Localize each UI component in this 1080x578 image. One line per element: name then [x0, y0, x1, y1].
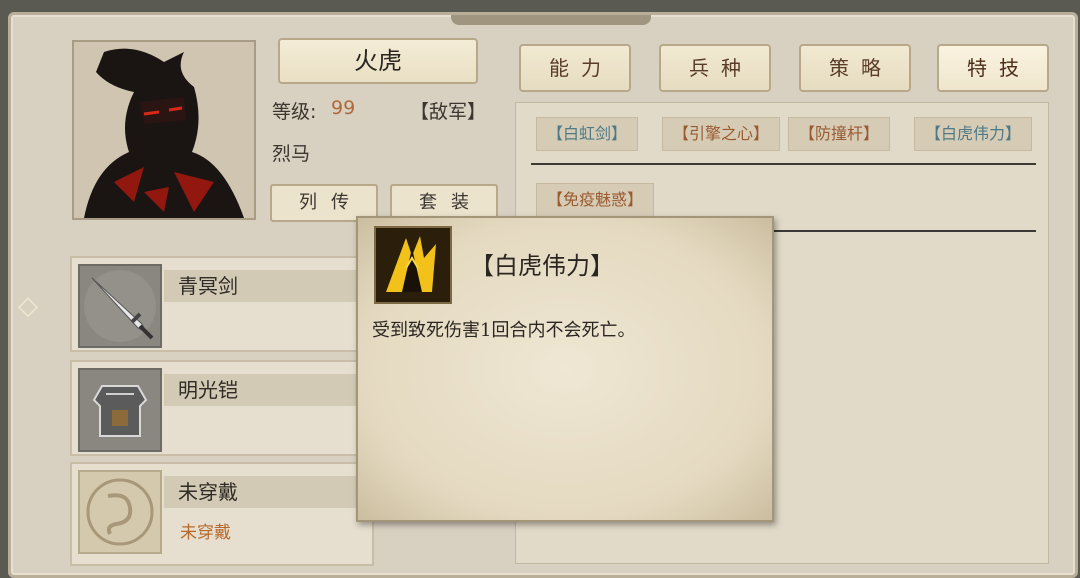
equipment-name: 青冥剑	[164, 270, 374, 302]
tooltip-title: 【白虎伟力】	[470, 252, 614, 280]
general-portrait	[72, 40, 256, 220]
armor-icon	[78, 368, 162, 452]
equipment-slot-accessory[interactable]: 未穿戴 未穿戴	[70, 462, 374, 566]
sword-icon	[78, 264, 162, 348]
faction-label: 【敌军】	[410, 101, 487, 123]
skill-chip-selected[interactable]: 【白虎伟力】	[914, 117, 1033, 151]
tab-troops[interactable]: 兵种	[659, 44, 771, 92]
skill-chip[interactable]: 【引擎之心】	[662, 117, 781, 151]
level-label: 等级:	[272, 101, 317, 123]
tab-ability[interactable]: 能力	[519, 44, 631, 92]
skill-chip[interactable]: 【白虹剑】	[536, 117, 639, 151]
equipment-slot-armor[interactable]: 明光铠	[70, 360, 374, 456]
equipment-status: 未穿戴	[180, 523, 231, 543]
equipment-name: 明光铠	[164, 374, 374, 406]
tooltip-description: 受到致死伤害1回合内不会死亡。	[372, 320, 636, 341]
equipment-name: 未穿戴	[164, 476, 374, 508]
skill-tooltip: 【白虎伟力】 受到致死伤害1回合内不会死亡。	[356, 216, 774, 522]
skill-chip[interactable]: 【防撞杆】	[788, 117, 891, 151]
skill-chip[interactable]: 【免疫魅惑】	[536, 183, 655, 217]
white-tiger-might-icon	[374, 226, 452, 304]
level-value: 99	[331, 97, 356, 119]
tab-special-skills[interactable]: 特技	[937, 44, 1049, 92]
tab-strategy[interactable]: 策略	[799, 44, 911, 92]
divider	[771, 230, 1036, 232]
frame-ornament	[451, 15, 651, 25]
divider	[531, 163, 1036, 165]
dragon-emblem-icon	[78, 470, 162, 554]
prev-arrow-icon[interactable]: ◇	[10, 288, 46, 324]
equipment-slot-weapon[interactable]: 青冥剑	[70, 256, 374, 352]
general-name: 火虎	[278, 38, 478, 84]
horse-label: 烈马	[272, 143, 311, 165]
